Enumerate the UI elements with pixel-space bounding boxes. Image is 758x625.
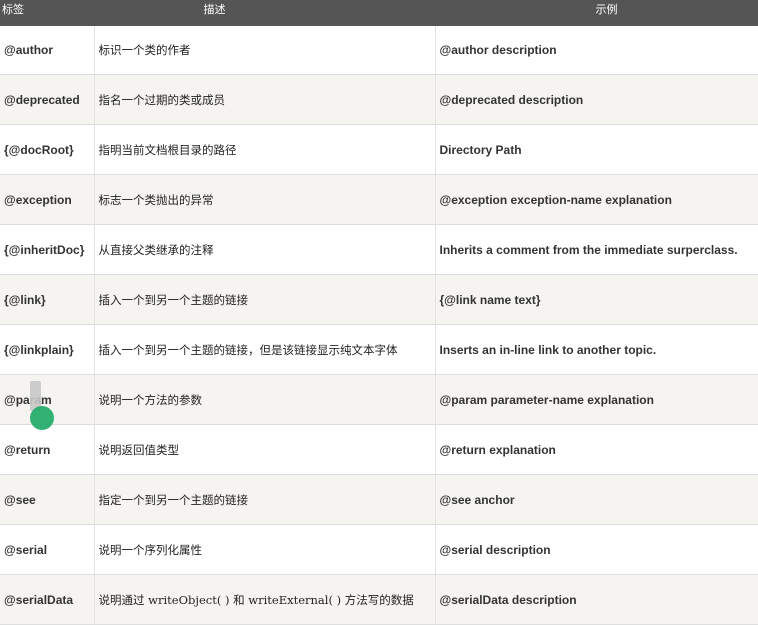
- example-cell: Inserts an in-line link to another topic…: [434, 324, 758, 375]
- example-cell: @serialData description: [434, 574, 758, 625]
- example-cell: @deprecated description: [434, 74, 758, 125]
- table-row: @param 说明一个方法的参数 @param parameter-name e…: [0, 374, 758, 425]
- tag-cell: @see: [0, 474, 94, 525]
- tag-cell: @serialData: [0, 574, 94, 625]
- tag-cell: @exception: [0, 174, 94, 225]
- tag-cell: {@inheritDoc}: [0, 224, 94, 275]
- table-row: {@link} 插入一个到另一个主题的链接 {@link name text}: [0, 274, 758, 325]
- tag-cell: {@docRoot}: [0, 124, 94, 175]
- table-row: @exception 标志一个类抛出的异常 @exception excepti…: [0, 174, 758, 225]
- table-row: @serial 说明一个序列化属性 @serial description: [0, 524, 758, 575]
- description-cell: 指名一个过期的类或成员: [93, 74, 435, 125]
- tag-cell: @author: [0, 26, 94, 75]
- tag-cell: @return: [0, 424, 94, 475]
- header-tag: 标签: [0, 0, 94, 26]
- example-cell: Directory Path: [434, 124, 758, 175]
- description-cell: 说明一个方法的参数: [93, 374, 435, 425]
- description-cell: 说明返回值类型: [93, 424, 435, 475]
- table-row: @see 指定一个到另一个主题的链接 @see anchor: [0, 474, 758, 525]
- description-cell: 从直接父类继承的注释: [93, 224, 435, 275]
- description-cell: 说明通过 writeObject( ) 和 writeExternal( ) 方…: [93, 574, 435, 625]
- description-cell: 指定一个到另一个主题的链接: [93, 474, 435, 525]
- javadoc-tags-table: 标签 描述 示例 @author 标识一个类的作者 @author descri…: [0, 0, 758, 625]
- example-cell: @return explanation: [434, 424, 758, 475]
- example-cell: @param parameter-name explanation: [434, 374, 758, 425]
- description-cell: 插入一个到另一个主题的链接: [93, 274, 435, 325]
- example-cell: {@link name text}: [434, 274, 758, 325]
- table-header-row: 标签 描述 示例: [0, 0, 758, 26]
- description-cell: 标识一个类的作者: [93, 26, 435, 75]
- tag-cell: @deprecated: [0, 74, 94, 125]
- table-row: @return 说明返回值类型 @return explanation: [0, 424, 758, 475]
- table-row: {@linkplain} 插入一个到另一个主题的链接，但是该链接显示纯文本字体 …: [0, 324, 758, 375]
- tag-cell: {@link}: [0, 274, 94, 325]
- header-description: 描述: [94, 0, 435, 26]
- table-row: @deprecated 指名一个过期的类或成员 @deprecated desc…: [0, 74, 758, 125]
- tag-cell: @serial: [0, 524, 94, 575]
- example-cell: Inherits a comment from the immediate su…: [434, 224, 758, 275]
- table-row: @author 标识一个类的作者 @author description: [0, 26, 758, 75]
- description-cell: 指明当前文档根目录的路径: [93, 124, 435, 175]
- description-cell: 标志一个类抛出的异常: [93, 174, 435, 225]
- example-cell: @author description: [434, 26, 758, 75]
- example-cell: @serial description: [434, 524, 758, 575]
- example-cell: @see anchor: [434, 474, 758, 525]
- pointer-cursor-icon: [30, 406, 54, 430]
- description-cell: 插入一个到另一个主题的链接，但是该链接显示纯文本字体: [93, 324, 435, 375]
- header-example: 示例: [435, 0, 758, 26]
- table-row: {@docRoot} 指明当前文档根目录的路径 Directory Path: [0, 124, 758, 175]
- table-row: {@inheritDoc} 从直接父类继承的注释 Inherits a comm…: [0, 224, 758, 275]
- table-row: @serialData 说明通过 writeObject( ) 和 writeE…: [0, 574, 758, 625]
- description-cell: 说明一个序列化属性: [93, 524, 435, 575]
- example-cell: @exception exception-name explanation: [434, 174, 758, 225]
- tag-cell: {@linkplain}: [0, 324, 94, 375]
